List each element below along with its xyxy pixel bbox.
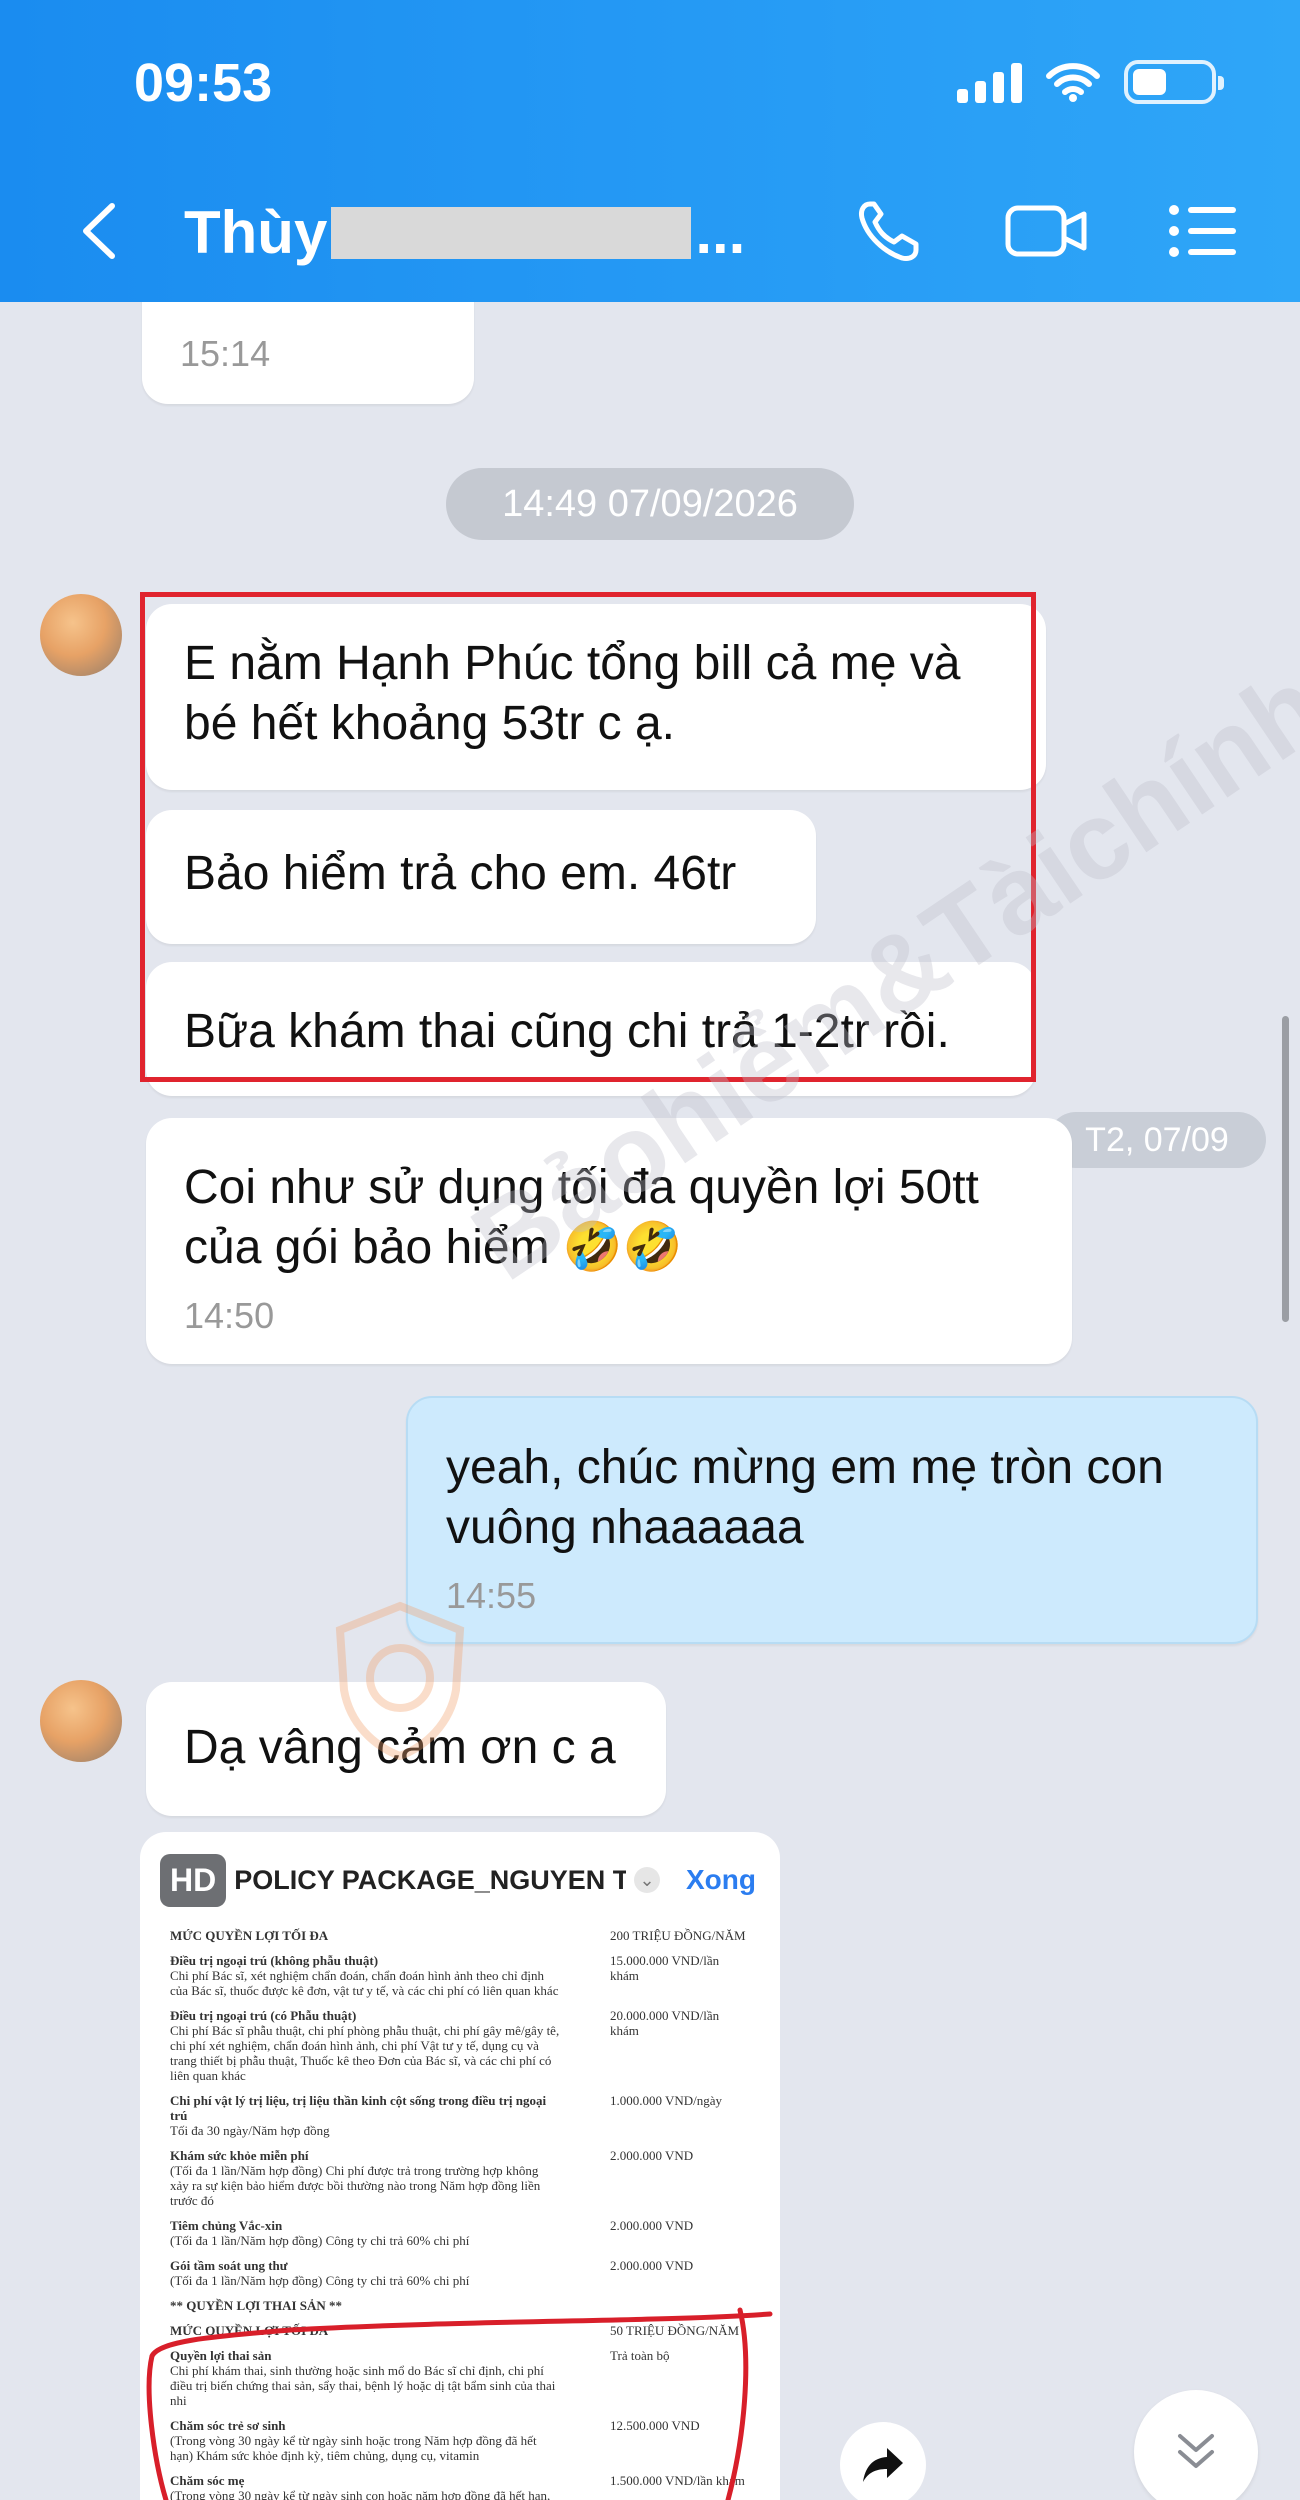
- document-row: Tiêm chủng Vắc-xin (Tối đa 1 lần/Năm hợp …: [170, 2218, 750, 2248]
- document-row-desc: (Tối đa 1 lần/Năm hợp đồng) Công ty chi …: [170, 2273, 470, 2288]
- document-row: Điều trị ngoại trú (không phẫu thuật) Chi…: [170, 1953, 750, 1998]
- document-row: Chăm sóc trẻ sơ sinh (Trong vòng 30 ngày …: [170, 2418, 750, 2463]
- document-row: Chi phí vật lý trị liệu, trị liệu thần k…: [170, 2093, 750, 2138]
- document-title: POLICY PACKAGE_NGUYEN T...: [234, 1864, 626, 1895]
- menu-icon[interactable]: [1164, 196, 1244, 266]
- document-row-value: 200 TRIỆU ĐỒNG/NĂM: [610, 1928, 746, 1943]
- message-text: yeah, chúc mừng em mẹ tròn con vuông nha…: [446, 1441, 1164, 1554]
- watermark-shield-icon: [335, 1601, 465, 1760]
- document-row-label: Gói tầm soát ung thư (Tối đa 1 lần/Năm hợ…: [170, 2258, 560, 2288]
- document-row-title: MỨC QUYỀN LỢI TỐI ĐA: [170, 1928, 329, 1943]
- document-row: Gói tầm soát ung thư (Tối đa 1 lần/Năm hợ…: [170, 2258, 750, 2288]
- document-row: MỨC QUYỀN LỢI TỐI ĐA 50 TRIỆU ĐỒNG/NĂM: [170, 2323, 750, 2338]
- document-row-value: 2.000.000 VND: [610, 2148, 694, 2163]
- document-row-title: ** QUYỀN LỢI THAI SẢN **: [170, 2298, 343, 2313]
- document-row-title: Điều trị ngoại trú (có Phẫu thuật): [170, 2008, 357, 2023]
- double-chevron-down-icon: [1178, 2434, 1214, 2468]
- document-preview[interactable]: HD POLICY PACKAGE_NGUYEN T... ⌄ Xong MỨC…: [140, 1832, 780, 2500]
- document-row-desc: (Tối đa 1 lần/Năm hợp đồng) Công ty chi …: [170, 2233, 470, 2248]
- document-row-title: Gói tầm soát ung thư: [170, 2258, 288, 2273]
- document-row-label: Tiêm chủng Vắc-xin (Tối đa 1 lần/Năm hợp …: [170, 2218, 560, 2248]
- document-row: Chăm sóc mẹ (Trong vòng 30 ngày kể từ ngà…: [170, 2473, 750, 2500]
- hd-badge: HD: [160, 1853, 227, 1907]
- document-row-title: Điều trị ngoại trú (không phẫu thuật): [170, 1953, 379, 1968]
- message-time: 14:55: [446, 1575, 537, 1616]
- contact-name[interactable]: Thùy...: [184, 198, 745, 267]
- document-row-title: Quyền lợi thai sản: [170, 2348, 272, 2363]
- avatar[interactable]: [40, 594, 122, 676]
- document-row-title: Chăm sóc mẹ: [170, 2473, 245, 2488]
- document-row-label: Quyền lợi thai sản Chi phí khám thai, sin…: [170, 2348, 560, 2408]
- document-row-value: 20.000.000 VND/lần khám: [610, 2008, 720, 2038]
- signal-icon: [957, 61, 1022, 103]
- document-row-title: Tiêm chủng Vắc-xin: [170, 2218, 283, 2233]
- document-row-label: MỨC QUYỀN LỢI TỐI ĐA: [170, 1928, 560, 1943]
- document-row-title: MỨC QUYỀN LỢI TỐI ĐA: [170, 2323, 329, 2338]
- date-separator: 14:49 07/09/2026: [446, 468, 854, 540]
- document-row-label: Điều trị ngoại trú (có Phẫu thuật) Chi ph…: [170, 2008, 560, 2083]
- chat-header: 09:53 Thùy...: [0, 0, 1300, 302]
- done-button[interactable]: Xong: [686, 1864, 756, 1896]
- contact-name-text: Thùy: [184, 199, 328, 266]
- message-bubble-sent[interactable]: yeah, chúc mừng em mẹ tròn con vuông nha…: [406, 1396, 1258, 1644]
- status-time: 09:53: [134, 53, 273, 113]
- document-row-desc: (Trong vòng 30 ngày kể từ ngày sinh hoặc…: [170, 2433, 537, 2463]
- forward-button[interactable]: [840, 2422, 926, 2500]
- video-call-icon[interactable]: [1004, 196, 1090, 266]
- document-row-desc: Chi phí Bác sĩ phẫu thuật, chi phí phòng…: [170, 2023, 560, 2083]
- document-row: Điều trị ngoại trú (có Phẫu thuật) Chi ph…: [170, 2008, 750, 2083]
- forward-arrow-icon: [863, 2448, 903, 2482]
- document-row-title: Chăm sóc trẻ sơ sinh: [170, 2418, 286, 2433]
- document-row-value: 2.000.000 VND: [610, 2218, 694, 2233]
- scroll-down-button[interactable]: [1134, 2390, 1258, 2500]
- phone-icon[interactable]: [852, 196, 932, 266]
- document-row: Khám sức khỏe miễn phí (Tối đa 1 lần/Năm …: [170, 2148, 750, 2208]
- document-row-desc: (Trong vòng 30 ngày kể từ ngày sinh con …: [170, 2488, 551, 2500]
- avatar[interactable]: [40, 1680, 122, 1762]
- scrollbar[interactable]: [1282, 1016, 1289, 1322]
- back-button[interactable]: [70, 196, 130, 266]
- document-row-label: Chi phí vật lý trị liệu, trị liệu thần k…: [170, 2093, 560, 2138]
- document-row-desc: Chi phí Bác sĩ, xét nghiệm chẩn đoán, ch…: [170, 1968, 559, 1998]
- document-row-title: Khám sức khỏe miễn phí: [170, 2148, 309, 2163]
- document-row-label: Chăm sóc mẹ (Trong vòng 30 ngày kể từ ngà…: [170, 2473, 560, 2500]
- battery-icon: [1124, 60, 1224, 104]
- document-row-value: 12.500.000 VND: [610, 2418, 700, 2433]
- document-row-value: Trả toàn bộ: [610, 2348, 670, 2363]
- document-row: ** QUYỀN LỢI THAI SẢN **: [170, 2298, 750, 2313]
- document-content: MỨC QUYỀN LỢI TỐI ĐA 200 TRIỆU ĐỒNG/NĂM Đi…: [140, 1928, 780, 2500]
- document-row-label: Chăm sóc trẻ sơ sinh (Trong vòng 30 ngày …: [170, 2418, 560, 2463]
- document-row-value: [610, 2298, 750, 2313]
- status-icons: [957, 60, 1224, 104]
- message-time: 14:50: [184, 1295, 275, 1336]
- wifi-icon: [1046, 63, 1100, 102]
- document-toolbar: HD POLICY PACKAGE_NGUYEN T... ⌄ Xong: [140, 1832, 780, 1928]
- document-row-desc: Tối đa 30 ngày/Năm hợp đồng: [170, 2123, 330, 2138]
- document-row-label: MỨC QUYỀN LỢI TỐI ĐA: [170, 2323, 560, 2338]
- document-row-value: 1.000.000 VND/ngày: [610, 2093, 723, 2108]
- document-row-label: ** QUYỀN LỢI THAI SẢN **: [170, 2298, 560, 2313]
- chevron-down-icon[interactable]: ⌄: [634, 1867, 660, 1893]
- document-row-desc: (Tối đa 1 lần/Năm hợp đồng) Chi phí được…: [170, 2163, 541, 2208]
- redacted-name: [331, 207, 692, 259]
- date-tag: T2, 07/09: [1048, 1112, 1266, 1168]
- document-row-label: Điều trị ngoại trú (không phẫu thuật) Chi…: [170, 1953, 560, 1998]
- document-row-desc: Chi phí khám thai, sinh thường hoặc sinh…: [170, 2363, 556, 2408]
- document-row-value: 15.000.000 VND/lần khám: [610, 1953, 720, 1983]
- document-row-value: 2.000.000 VND: [610, 2258, 694, 2273]
- document-row: MỨC QUYỀN LỢI TỐI ĐA 200 TRIỆU ĐỒNG/NĂM: [170, 1928, 750, 1943]
- message-time: 15:14: [180, 333, 271, 374]
- document-row-label: Khám sức khỏe miễn phí (Tối đa 1 lần/Năm …: [170, 2148, 560, 2208]
- document-row-value: 50 TRIỆU ĐỒNG/NĂM: [610, 2323, 740, 2338]
- document-row-value: 1.500.000 VND/lần khám: [610, 2473, 745, 2488]
- document-row: Quyền lợi thai sản Chi phí khám thai, sin…: [170, 2348, 750, 2408]
- document-row-title: Chi phí vật lý trị liệu, trị liệu thần k…: [170, 2093, 547, 2123]
- contact-name-ellipsis: ...: [695, 199, 746, 266]
